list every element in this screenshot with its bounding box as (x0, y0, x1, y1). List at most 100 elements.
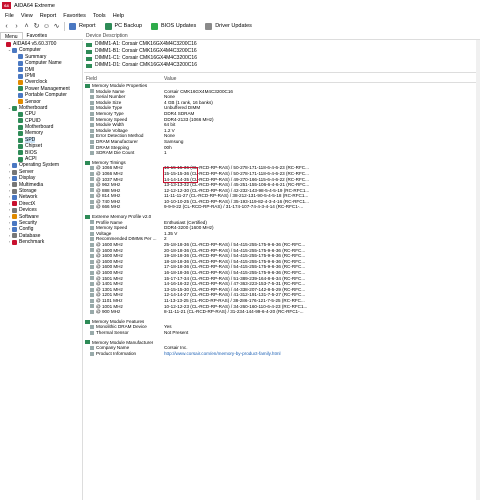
tree-item-icon (12, 227, 17, 233)
tab-favorites[interactable]: Favorites (23, 32, 52, 39)
property-row[interactable]: SDRAM Die Count 1 (84, 150, 480, 156)
property-value: 1 (164, 150, 167, 156)
property-icon (90, 298, 94, 303)
property-value: 8-11-11-21 (CL-RCD-RP-RAS) / 31-234-144-… (164, 309, 304, 315)
value-column-header[interactable]: Value (164, 75, 480, 82)
menu-tools[interactable]: Tools (93, 13, 106, 19)
device-item-label: DIMM1-D1: Corsair CMK16GX4M4C3200C16 (95, 62, 197, 68)
device-description-label: Device Description (86, 33, 128, 39)
tree-item-icon (12, 48, 17, 54)
memory-module-icon (85, 214, 90, 219)
tree-item-icon (12, 207, 17, 213)
scrollbar[interactable] (476, 40, 480, 500)
property-icon (90, 270, 94, 275)
product-info-link[interactable]: http://www.corsair.com/en/memory-by-prod… (164, 351, 480, 357)
device-item-label: DIMM1-A1: Corsair CMK16GX4M4C3200C16 (95, 41, 197, 47)
main-panel: Device Description DIMM1-A1: Corsair CMK… (84, 32, 480, 500)
device-description-header[interactable]: Device Description (84, 32, 480, 40)
report-icon (69, 22, 76, 30)
refresh-icon[interactable]: ↻ (33, 23, 40, 30)
property-icon (90, 106, 94, 111)
property-icon (90, 242, 94, 247)
memory-module-icon (86, 63, 92, 68)
tree-item-icon (18, 131, 23, 137)
device-item[interactable]: DIMM1-B1: Corsair CMK16GX4M4C3200C16 (86, 48, 480, 55)
property-icon (90, 177, 94, 182)
memory-module-icon (86, 49, 92, 54)
tree-item-label: Benchmark (19, 239, 45, 246)
tree-item-icon (18, 60, 23, 66)
property-name: SDRAM Die Count (96, 150, 135, 156)
property-icon (90, 231, 94, 236)
back-icon[interactable]: ‹ (3, 23, 10, 30)
tree-item-icon (18, 124, 23, 130)
pc-backup-button[interactable]: PC Backup (104, 22, 142, 30)
driver-updates-button[interactable]: Driver Updates (205, 22, 252, 30)
tree-item-icon (18, 67, 23, 73)
bios-updates-label: BIOS Updates (161, 23, 197, 29)
property-icon (90, 351, 94, 356)
tree-item-icon (18, 80, 23, 86)
tree-item-icon (18, 150, 23, 156)
property-icon (90, 226, 94, 231)
property-field: Product Information (84, 351, 164, 357)
memory-module-icon (86, 56, 92, 61)
tree-item-icon (12, 169, 17, 175)
toolbar: ‹ › ˄ ↻ ☺ ∿ Report PC Backup BIOS Update… (0, 20, 480, 32)
property-row[interactable]: @ 666 MHz 9-9-9-22 (CL-RCD-RP-RAS) / 31-1… (84, 204, 480, 210)
tab-menu[interactable]: Menu (0, 32, 23, 40)
driver-updates-label: Driver Updates (215, 23, 252, 29)
tree-item-icon (12, 201, 17, 207)
property-icon (90, 182, 94, 187)
property-icon (90, 111, 94, 116)
tree-item-icon (12, 182, 17, 188)
property-row[interactable]: Product Information http://www.corsair.co… (84, 351, 480, 357)
window-title: AIDA64 Extreme (14, 2, 55, 9)
chart-icon[interactable]: ∿ (53, 23, 60, 30)
tree-item-icon (6, 41, 11, 47)
property-icon (90, 171, 94, 176)
tree-item-icon (18, 86, 23, 92)
property-field: SDRAM Die Count (84, 150, 164, 156)
property-icon (90, 117, 94, 122)
tree-item[interactable]: › Benchmark (0, 239, 82, 245)
device-item[interactable]: DIMM1-D1: Corsair CMK16GX4M4C3200C16 (86, 62, 480, 69)
title-bar: 64 AIDA64 Extreme (0, 0, 480, 11)
menu-help[interactable]: Help (113, 13, 124, 19)
tree-item-icon (12, 105, 17, 111)
property-icon (90, 166, 94, 171)
device-item[interactable]: DIMM1-C1: Corsair CMK16GX4M4C3200C16 (86, 55, 480, 62)
property-icon (90, 199, 94, 204)
bios-updates-button[interactable]: BIOS Updates (151, 22, 197, 30)
tree-item-icon (18, 143, 23, 149)
menu-view[interactable]: View (21, 13, 33, 19)
property-icon (90, 293, 94, 298)
property-field: @ 666 MHz (84, 204, 164, 210)
tree-item-icon (18, 73, 23, 79)
up-icon[interactable]: ˄ (23, 23, 30, 30)
forward-icon[interactable]: › (13, 23, 20, 30)
device-item-label: DIMM1-C1: Corsair CMK16GX4M4C3200C16 (95, 55, 197, 61)
dram-manufacturer-highlight (163, 167, 198, 183)
property-icon (90, 134, 94, 139)
grid-header: Field Value (84, 75, 480, 83)
property-icon (90, 309, 94, 314)
tree-item-icon (18, 92, 23, 98)
tree-item-icon (18, 118, 23, 124)
menu-file[interactable]: File (5, 13, 14, 19)
tree-item-icon (18, 111, 23, 117)
property-row[interactable]: Thermal Sensor Not Present (84, 330, 480, 336)
tree-item-icon (18, 99, 23, 105)
property-icon (90, 265, 94, 270)
device-item[interactable]: DIMM1-A1: Corsair CMK16GX4M4C3200C16 (86, 41, 480, 48)
user-icon[interactable]: ☺ (43, 23, 50, 30)
property-icon (90, 281, 94, 286)
field-column-header[interactable]: Field (84, 75, 164, 82)
property-icon (90, 128, 94, 133)
device-item-label: DIMM1-B1: Corsair CMK16GX4M4C3200C16 (95, 48, 197, 54)
tree-item-icon (12, 220, 17, 226)
property-row[interactable]: @ 900 MHz 8-11-11-21 (CL-RCD-RP-RAS) / 31… (84, 309, 480, 315)
report-button[interactable]: Report (69, 22, 96, 30)
menu-favorites[interactable]: Favorites (63, 13, 86, 19)
menu-report[interactable]: Report (40, 13, 57, 19)
